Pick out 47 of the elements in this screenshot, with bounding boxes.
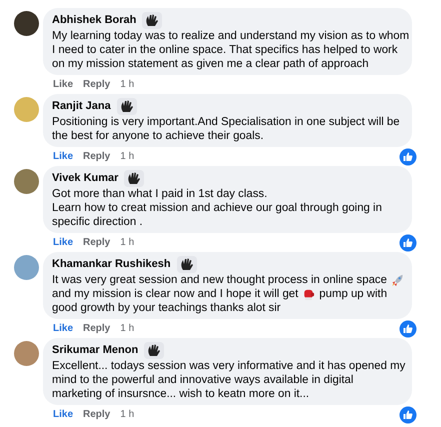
like-link[interactable]: Like (53, 79, 74, 91)
author-name[interactable]: Srikumar Menon (52, 344, 138, 356)
avatar (14, 169, 39, 194)
clapping-hands-icon (142, 12, 162, 29)
reply-link[interactable]: Reply (83, 323, 110, 335)
comment-text: Learn how to creat mission and achieve our goal through going in (52, 201, 382, 215)
reply-link[interactable]: Reply (83, 79, 110, 91)
comment-text: pump up with (319, 287, 388, 301)
comment-text: Excellent... todays session was very informative and it has opened my (52, 359, 406, 373)
comment-text: My learning today was to realize and understand my vision as to whom (52, 29, 410, 43)
avatar (14, 11, 39, 36)
comment-time: 1 h (120, 151, 134, 163)
clapping-hands-icon (176, 256, 197, 273)
comment-text: Got more than what I paid in 1st day class. (52, 187, 268, 201)
clapping-hands-icon (124, 170, 144, 187)
reply-link[interactable]: Reply (83, 151, 110, 163)
comment-time: 1 h (120, 409, 134, 421)
rocket-icon (390, 274, 404, 286)
comment-text: specific direction . (52, 215, 143, 229)
avatar (14, 255, 39, 280)
comment-text: good growth by your teachings thanks alot sir (52, 301, 281, 315)
boxing-glove-icon (302, 288, 316, 300)
comment-time: 1 h (120, 237, 134, 249)
avatar (14, 341, 39, 366)
comment-text: marketing of insursnce... wish to keatn more on it... (52, 387, 310, 401)
comment-text: the best for anyone to achieve their goals. (52, 129, 264, 143)
like-link[interactable]: Like (53, 409, 74, 421)
comment-text: mind to the powerful and innovative ways available in digital (52, 373, 354, 387)
author-name[interactable]: Ranjit Jana (52, 100, 111, 112)
comment-text: I need to cater in the online space. That specifics has helped to work (52, 43, 398, 57)
reply-link[interactable]: Reply (83, 237, 110, 249)
like-link[interactable]: Like (53, 151, 74, 163)
comment-text: It was very great session and new thought process in online space (52, 273, 387, 287)
clapping-hands-icon (144, 342, 164, 359)
author-name[interactable]: Vivek Kumar (52, 172, 118, 184)
avatar (14, 97, 39, 122)
author-name[interactable]: Abhishek Borah (52, 14, 136, 26)
reply-link[interactable]: Reply (83, 409, 110, 421)
author-name[interactable]: Khamankar Rushikesh (52, 258, 171, 270)
like-link[interactable]: Like (53, 237, 74, 249)
comment-time: 1 h (120, 79, 134, 91)
comment-time: 1 h (120, 323, 134, 335)
clapping-hands-icon (116, 98, 137, 115)
comment-text: Positioning is very important.And Specialisation in one subject will be (52, 115, 400, 129)
comment-text: on my mission statement as given me a clear path of approach (52, 57, 369, 71)
like-link[interactable]: Like (53, 323, 74, 335)
comment-text: and my mission is clear now and I hope it will get (52, 287, 298, 301)
